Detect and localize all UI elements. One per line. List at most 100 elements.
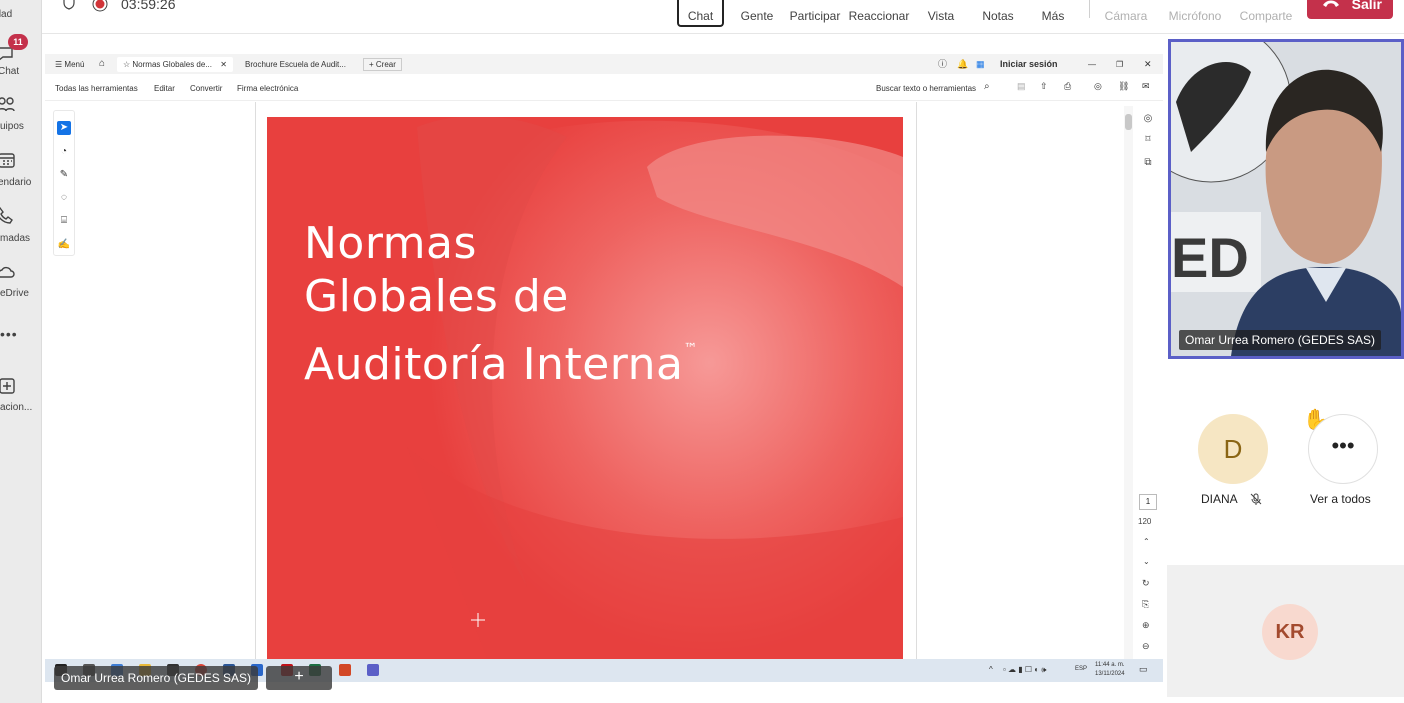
participant-name: DIANA (1201, 492, 1262, 506)
powerpoint-icon[interactable] (339, 664, 351, 676)
video-participant-name: Omar Urrea Romero (GEDES SAS) (1179, 330, 1382, 350)
camera-button[interactable]: Cámara (1102, 0, 1150, 23)
menu-button[interactable]: ☰ Menú (55, 57, 84, 72)
mic-off-icon (1251, 493, 1262, 505)
bell-icon[interactable]: 🔔 (957, 57, 968, 72)
language-indicator[interactable]: ESP (1075, 666, 1087, 672)
page-up-icon[interactable]: ⌃ (1143, 537, 1150, 546)
participant-tile-kr[interactable]: KR (1167, 565, 1404, 697)
calendar-icon (0, 153, 15, 168)
fit-page-icon[interactable]: ⎘ (1142, 599, 1149, 610)
page-count: 120 (1138, 517, 1152, 526)
save-icon[interactable]: ▤ (1017, 81, 1026, 92)
rail-item-label: endario (0, 177, 32, 188)
acrobat-tab-bar: ☰ Menú ⌂ ☆ Normas Globales de... ✕ Broch… (45, 54, 1163, 74)
taskbar-clock[interactable]: 11:44 a. m. 13/11/2024 (1095, 661, 1125, 679)
home-icon[interactable]: ⌂ (99, 56, 105, 71)
tab-normas-globales[interactable]: ☆ Normas Globales de... ✕ (117, 57, 233, 72)
document-scrollbar[interactable] (1124, 106, 1133, 660)
rail-item-label: Chat (0, 66, 20, 77)
presenter-controls[interactable]: + (266, 666, 332, 690)
raise-hand-button[interactable]: Participar (787, 0, 843, 23)
sign-tool-icon[interactable]: ✍ (57, 238, 71, 252)
close-window-icon[interactable]: ✕ (1144, 57, 1152, 72)
toolbar-divider (1089, 0, 1090, 18)
add-app-icon (0, 378, 15, 394)
presenter-name-label: Omar Urrea Romero (GEDES SAS) (54, 666, 259, 690)
avatar: KR (1262, 604, 1318, 660)
lasso-tool-icon[interactable]: ◌ (57, 191, 71, 205)
all-tools-link[interactable]: Todas las herramientas (55, 84, 138, 93)
search-tools-input[interactable]: Buscar texto o herramientas (876, 84, 976, 93)
shared-screen: ☰ Menú ⌂ ☆ Normas Globales de... ✕ Broch… (45, 54, 1163, 682)
print-icon[interactable]: ⎙ (1064, 81, 1071, 92)
comments-panel-icon[interactable]: ◎ (1141, 113, 1155, 127)
presenter-video-tile[interactable]: ED Omar Urrea Romero (GEDES SAS) (1168, 39, 1404, 359)
participant-gallery: ED Omar Urrea Romero (GEDES SAS) D DIANA… (1163, 34, 1404, 703)
view-button[interactable]: Vista (922, 0, 960, 23)
see-all-button[interactable]: ••• (1308, 414, 1378, 484)
zoom-out-icon[interactable]: ⊖ (1142, 641, 1150, 652)
pen-tool-icon[interactable]: ✎ (57, 168, 71, 182)
rotate-icon[interactable]: ↻ (1142, 578, 1150, 589)
close-tab-icon[interactable]: ✕ (220, 60, 227, 69)
microphone-button[interactable]: Micrófono (1166, 0, 1224, 23)
rail-item-label: acion... (0, 402, 33, 413)
comment-tool-icon[interactable]: ◔ (57, 145, 71, 159)
page-down-icon[interactable]: ⌄ (1143, 557, 1150, 566)
minimize-icon[interactable]: — (1088, 57, 1096, 72)
app-rail: ividad Chat 11 uipos endario madas eDriv… (0, 0, 42, 703)
select-tool-icon[interactable]: ➤ (57, 121, 71, 135)
esign-link[interactable]: Firma electrónica (237, 84, 298, 93)
rail-item-label: uipos (0, 121, 24, 132)
restore-icon[interactable]: ❐ (1116, 57, 1123, 72)
tab-brochure[interactable]: Brochure Escuela de Audit... (245, 57, 346, 72)
sign-in-link[interactable]: Iniciar sesión (1000, 57, 1058, 72)
recording-icon (92, 0, 108, 12)
tray-icons: ▫ ☁ ▮ ☐ ◐ 🕪 (1003, 665, 1047, 674)
people-button[interactable]: Gente (737, 0, 777, 23)
notes-button[interactable]: Notas (978, 0, 1018, 23)
tray-chevron-icon[interactable]: ^ (989, 665, 993, 674)
create-button[interactable]: + Crear (363, 58, 402, 71)
scrollbar-thumb[interactable] (1125, 114, 1132, 130)
teams-taskbar-icon[interactable] (367, 664, 379, 676)
rail-item-label: eDrive (0, 288, 29, 299)
share-button[interactable]: Comparte (1237, 0, 1295, 23)
presenter-video: ED (1171, 42, 1401, 356)
mail-icon[interactable]: ✉ (1142, 81, 1150, 92)
ai-assistant-icon[interactable]: ◎ (1094, 81, 1102, 92)
chat-unread-badge: 11 (8, 34, 28, 50)
apps-grid-icon[interactable]: ▦ (976, 57, 985, 72)
convert-link[interactable]: Convertir (190, 84, 222, 93)
bookmarks-icon[interactable]: ⌑ (1141, 134, 1155, 148)
upload-icon[interactable]: ⇧ (1040, 81, 1048, 92)
edit-link[interactable]: Editar (154, 84, 175, 93)
see-all-label: Ver a todos (1310, 492, 1371, 506)
search-icon[interactable]: ⌕ (984, 81, 990, 92)
react-button[interactable]: Reaccionar (848, 0, 910, 23)
chat-button[interactable]: Chat (677, 0, 724, 27)
shield-icon (63, 0, 75, 10)
quick-tools-panel: ➤ ◔ ✎ ◌ ⌸ ✍ (53, 110, 75, 256)
help-icon[interactable]: ⓘ (938, 57, 947, 72)
document-cover-page: Normas Globales de Auditoría Interna™ (267, 117, 903, 659)
meeting-timer: 03:59:26 (121, 0, 176, 12)
rail-item-label: ividad (0, 9, 13, 20)
page-number-input[interactable]: 1 (1139, 494, 1157, 510)
document-title: Normas Globales de Auditoría Interna™ (304, 218, 698, 390)
avatar[interactable]: D (1198, 414, 1268, 484)
pages-icon[interactable]: ⧉ (1141, 157, 1155, 171)
teams-meeting-window: ividad Chat 11 uipos endario madas eDriv… (0, 0, 1404, 703)
more-button[interactable]: Más (1037, 0, 1069, 23)
rail-item-label: madas (0, 233, 31, 244)
meeting-toolbar: 03:59:26 Chat Gente Participar Reacciona… (42, 0, 1404, 34)
link-icon[interactable]: ⛓ (1118, 81, 1129, 92)
text-select-icon[interactable]: ⌸ (57, 214, 71, 228)
hang-up-icon (1323, 0, 1339, 7)
notifications-icon[interactable]: ▭ (1139, 664, 1148, 675)
leave-button[interactable]: Salir (1307, 0, 1393, 19)
zoom-in-icon[interactable]: ⊕ (1142, 620, 1150, 631)
svg-text:ED: ED (1171, 226, 1249, 289)
cloud-icon (0, 266, 15, 278)
